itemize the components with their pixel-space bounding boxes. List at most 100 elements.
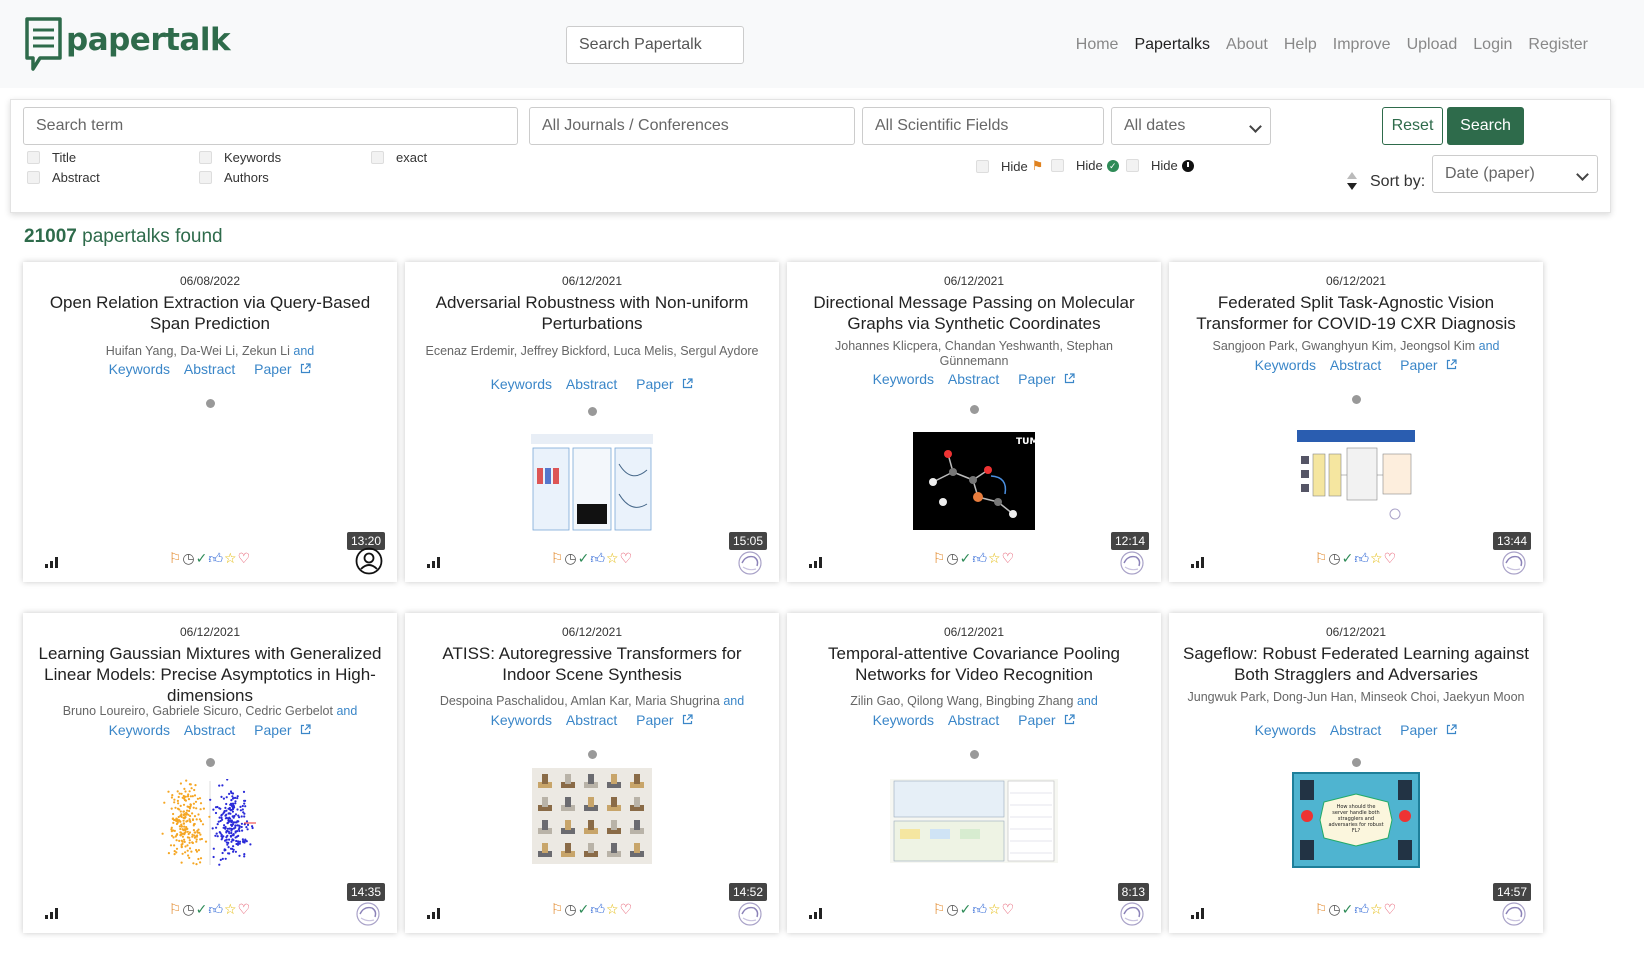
card-paper-link[interactable]: Paper [249,361,312,377]
checkbox-keywords[interactable]: Keywords [199,150,281,165]
card-paper-link[interactable]: Paper [1013,712,1076,728]
nav-help[interactable]: Help [1284,36,1317,54]
card-thumbnail[interactable] [531,434,653,537]
card-authors-and[interactable]: and [333,704,357,718]
journals-select[interactable]: All Journals / Conferences [529,107,855,145]
card-title[interactable]: Sageflow: Robust Federated Learning agai… [1181,643,1531,685]
nav-register[interactable]: Register [1528,36,1588,54]
nav-home[interactable]: Home [1076,36,1119,54]
flag-icon[interactable]: ⚐ [1315,550,1329,566]
checkbox-box[interactable] [976,159,989,173]
clock-icon[interactable]: ◷ [1328,550,1341,566]
reset-button[interactable]: Reset [1382,107,1443,145]
card-abstract-link[interactable]: Abstract [184,722,235,738]
papertalk-card[interactable]: 06/12/2021 Learning Gaussian Mixtures wi… [23,613,397,933]
thumbs-up-icon[interactable]: 👍︎ [972,550,988,566]
card-thumbnail[interactable] [890,769,1058,868]
star-icon[interactable]: ☆ [224,901,238,917]
checkbox-exact[interactable]: exact [371,150,427,165]
card-title[interactable]: Learning Gaussian Mixtures with Generali… [35,643,385,706]
flag-icon[interactable]: ⚐ [551,550,565,566]
header-search-input[interactable] [566,26,744,64]
card-keywords-link[interactable]: Keywords [491,376,552,392]
check-circle-icon[interactable]: ✓ [196,550,209,566]
star-icon[interactable]: ☆ [988,550,1002,566]
star-icon[interactable]: ☆ [1370,901,1384,917]
papertalk-card[interactable]: 06/12/2021 Federated Split Task-Agnostic… [1169,262,1543,582]
papertalk-card[interactable]: 06/12/2021 Sageflow: Robust Federated Le… [1169,613,1543,933]
card-title[interactable]: ATISS: Autoregressive Transformers for I… [417,643,767,685]
clock-icon[interactable]: ◷ [564,901,577,917]
card-thumbnail[interactable]: TUM [913,432,1038,535]
thumbs-up-icon[interactable]: 👍︎ [972,901,988,917]
search-term-input[interactable]: Search term [23,107,518,145]
clock-icon[interactable]: ◷ [182,550,195,566]
nav-login[interactable]: Login [1473,36,1512,54]
checkbox-box[interactable] [199,151,212,164]
card-abstract-link[interactable]: Abstract [184,361,235,377]
clock-icon[interactable]: ◷ [564,550,577,566]
nav-about[interactable]: About [1226,36,1268,54]
clock-icon[interactable]: ◷ [182,901,195,917]
card-keywords-link[interactable]: Keywords [873,371,934,387]
heart-icon[interactable]: ♡ [1384,901,1398,917]
card-authors-and[interactable]: and [720,694,744,708]
heart-icon[interactable]: ♡ [620,550,634,566]
check-circle-icon[interactable]: ✓ [578,550,591,566]
nav-upload[interactable]: Upload [1407,36,1458,54]
user-avatar-icon[interactable] [355,547,383,575]
clock-icon[interactable]: ◷ [1328,901,1341,917]
card-abstract-link[interactable]: Abstract [1330,722,1381,738]
checkbox-box[interactable] [27,151,40,164]
thumbs-up-icon[interactable]: 👍︎ [1354,901,1370,917]
card-authors-and[interactable]: and [1073,694,1098,708]
carousel-dot[interactable] [1352,395,1361,404]
card-thumbnail[interactable] [532,768,652,869]
card-abstract-link[interactable]: Abstract [948,712,999,728]
card-thumbnail[interactable]: How should the server handle both stragg… [1292,772,1420,873]
card-keywords-link[interactable]: Keywords [873,712,934,728]
card-abstract-link[interactable]: Abstract [1330,357,1381,373]
card-paper-link[interactable]: Paper [631,376,694,392]
card-abstract-link[interactable]: Abstract [948,371,999,387]
card-paper-link[interactable]: Paper [631,712,694,728]
fields-select[interactable]: All Scientific Fields [862,107,1104,145]
star-icon[interactable]: ☆ [988,901,1002,917]
checkbox-box[interactable] [371,151,384,164]
flag-icon[interactable]: ⚐ [933,550,947,566]
carousel-dot[interactable] [206,399,215,408]
logo[interactable]: papertalk [24,16,231,72]
checkbox-title[interactable]: Title [27,150,76,165]
carousel-dot[interactable] [588,407,597,416]
thumbs-up-icon[interactable]: 👍︎ [208,550,224,566]
heart-icon[interactable]: ♡ [1002,901,1016,917]
checkbox-box[interactable] [199,171,212,184]
card-title[interactable]: Open Relation Extraction via Query-Based… [35,292,385,334]
sort-select[interactable]: Date (paper) [1432,155,1598,193]
clock-icon[interactable]: ◷ [946,550,959,566]
heart-icon[interactable]: ♡ [238,550,252,566]
card-paper-link[interactable]: Paper [249,722,312,738]
card-title[interactable]: Federated Split Task-Agnostic Vision Tra… [1181,292,1531,334]
heart-icon[interactable]: ♡ [1384,550,1398,566]
heart-icon[interactable]: ♡ [1002,550,1016,566]
card-keywords-link[interactable]: Keywords [109,361,170,377]
card-paper-link[interactable]: Paper [1395,722,1458,738]
checkbox-abstract[interactable]: Abstract [27,170,100,185]
thumbs-up-icon[interactable]: 👍︎ [590,550,606,566]
card-keywords-link[interactable]: Keywords [1255,722,1316,738]
carousel-dot[interactable] [1352,758,1361,767]
check-circle-icon[interactable]: ✓ [960,550,973,566]
papertalk-card[interactable]: 06/12/2021 Adversarial Robustness with N… [405,262,779,582]
checkbox-authors[interactable]: Authors [199,170,269,185]
carousel-dot[interactable] [588,750,597,759]
hide-flagged-checkbox[interactable]: Hide ⚑ [976,158,1043,174]
card-paper-link[interactable]: Paper [1395,357,1458,373]
flag-icon[interactable]: ⚐ [169,550,183,566]
thumbs-up-icon[interactable]: 👍︎ [208,901,224,917]
card-keywords-link[interactable]: Keywords [491,712,552,728]
card-title[interactable]: Adversarial Robustness with Non-uniform … [417,292,767,334]
flag-icon[interactable]: ⚐ [551,901,565,917]
hide-watched-checkbox[interactable]: Hide [1126,158,1194,173]
flag-icon[interactable]: ⚐ [933,901,947,917]
